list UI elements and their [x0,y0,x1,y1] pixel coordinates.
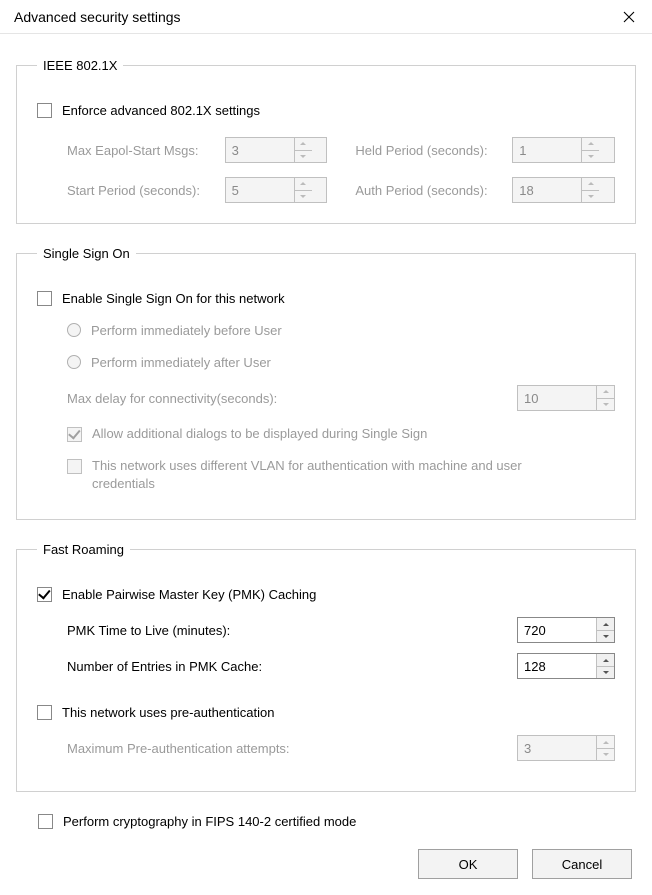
spin-down-icon[interactable] [597,631,614,643]
enable-sso-row: Enable Single Sign On for this network [37,285,615,311]
sso-delay-row: Max delay for connectivity(seconds): 10 [37,385,615,411]
pmk-ttl-spinner[interactable]: 720 [517,617,615,643]
sso-vlan-checkbox[interactable] [67,459,82,474]
ieee8021x-group: IEEE 802.1X Enforce advanced 802.1X sett… [16,58,636,224]
pmk-ttl-row: PMK Time to Live (minutes): 720 [67,617,615,643]
spin-up-icon[interactable] [597,618,614,631]
spin-up-icon[interactable] [597,654,614,667]
spin-up-icon[interactable] [295,178,312,191]
sso-before-radio[interactable] [67,323,81,337]
spin-down-icon[interactable] [597,399,614,411]
max-preauth-value: 3 [518,736,596,760]
sso-delay-value: 10 [518,386,596,410]
enable-sso-label: Enable Single Sign On for this network [62,291,285,306]
sso-allow-dialogs-row: Allow additional dialogs to be displayed… [37,425,615,451]
spin-down-icon[interactable] [597,749,614,761]
enable-pmk-label: Enable Pairwise Master Key (PMK) Caching [62,587,316,602]
ok-button[interactable]: OK [418,849,518,879]
sso-delay-label: Max delay for connectivity(seconds): [67,391,517,406]
max-eapol-spinner[interactable]: 3 [225,137,328,163]
fips-checkbox[interactable] [38,814,53,829]
window-title: Advanced security settings [14,9,606,25]
fips-label: Perform cryptography in FIPS 140-2 certi… [63,814,356,829]
auth-period-spinner[interactable]: 18 [512,177,615,203]
sso-group: Single Sign On Enable Single Sign On for… [16,246,636,520]
enforce-row: Enforce advanced 802.1X settings [37,97,615,123]
enforce-8021x-checkbox[interactable] [37,103,52,118]
auth-period-value: 18 [513,178,581,202]
start-period-label: Start Period (seconds): [67,183,225,198]
max-preauth-spinner[interactable]: 3 [517,735,615,761]
sso-legend: Single Sign On [37,246,136,261]
enable-pmk-checkbox[interactable] [37,587,52,602]
pmk-ttl-value: 720 [518,618,596,642]
spin-up-icon[interactable] [295,138,312,151]
max-preauth-row: Maximum Pre-authentication attempts: 3 [67,735,615,761]
preauth-checkbox[interactable] [37,705,52,720]
fast-roaming-legend: Fast Roaming [37,542,130,557]
cancel-button[interactable]: Cancel [532,849,632,879]
sso-before-row: Perform immediately before User [37,317,615,343]
sso-after-label: Perform immediately after User [91,355,271,370]
fast-roaming-group: Fast Roaming Enable Pairwise Master Key … [16,542,636,792]
spin-down-icon[interactable] [582,151,599,163]
pmk-entries-label: Number of Entries in PMK Cache: [67,659,517,674]
pmk-entries-value: 128 [518,654,596,678]
titlebar: Advanced security settings [0,0,652,34]
sso-vlan-label: This network uses different VLAN for aut… [92,457,572,493]
close-icon [623,11,635,23]
dialog-buttons: OK Cancel [16,849,636,879]
start-period-spinner[interactable]: 5 [225,177,328,203]
sso-vlan-row: This network uses different VLAN for aut… [37,457,615,493]
sso-allow-dialogs-label: Allow additional dialogs to be displayed… [92,425,427,443]
preauth-row: This network uses pre-authentication [37,699,615,725]
ieee8021x-legend: IEEE 802.1X [37,58,123,73]
spin-down-icon[interactable] [295,151,312,163]
max-preauth-label: Maximum Pre-authentication attempts: [67,741,517,756]
enable-pmk-row: Enable Pairwise Master Key (PMK) Caching [37,581,615,607]
spin-up-icon[interactable] [597,386,614,399]
pmk-entries-row: Number of Entries in PMK Cache: 128 [67,653,615,679]
sso-before-label: Perform immediately before User [91,323,282,338]
enable-sso-checkbox[interactable] [37,291,52,306]
sso-delay-spinner[interactable]: 10 [517,385,615,411]
held-period-value: 1 [513,138,581,162]
spin-down-icon[interactable] [295,191,312,203]
sso-after-radio[interactable] [67,355,81,369]
spin-down-icon[interactable] [582,191,599,203]
held-period-spinner[interactable]: 1 [512,137,615,163]
sso-after-row: Perform immediately after User [37,349,615,375]
spin-up-icon[interactable] [582,138,599,151]
max-eapol-label: Max Eapol-Start Msgs: [67,143,225,158]
sso-allow-dialogs-checkbox[interactable] [67,427,82,442]
max-eapol-value: 3 [226,138,294,162]
spin-down-icon[interactable] [597,667,614,679]
pmk-entries-spinner[interactable]: 128 [517,653,615,679]
held-period-label: Held Period (seconds): [355,143,512,158]
spin-up-icon[interactable] [597,736,614,749]
dialog-content: IEEE 802.1X Enforce advanced 802.1X sett… [0,34,652,895]
auth-period-label: Auth Period (seconds): [355,183,512,198]
start-period-value: 5 [226,178,294,202]
enforce-8021x-label: Enforce advanced 802.1X settings [62,103,260,118]
spin-up-icon[interactable] [582,178,599,191]
close-button[interactable] [606,0,652,34]
pmk-ttl-label: PMK Time to Live (minutes): [67,623,517,638]
fips-row: Perform cryptography in FIPS 140-2 certi… [38,814,636,829]
preauth-label: This network uses pre-authentication [62,705,274,720]
